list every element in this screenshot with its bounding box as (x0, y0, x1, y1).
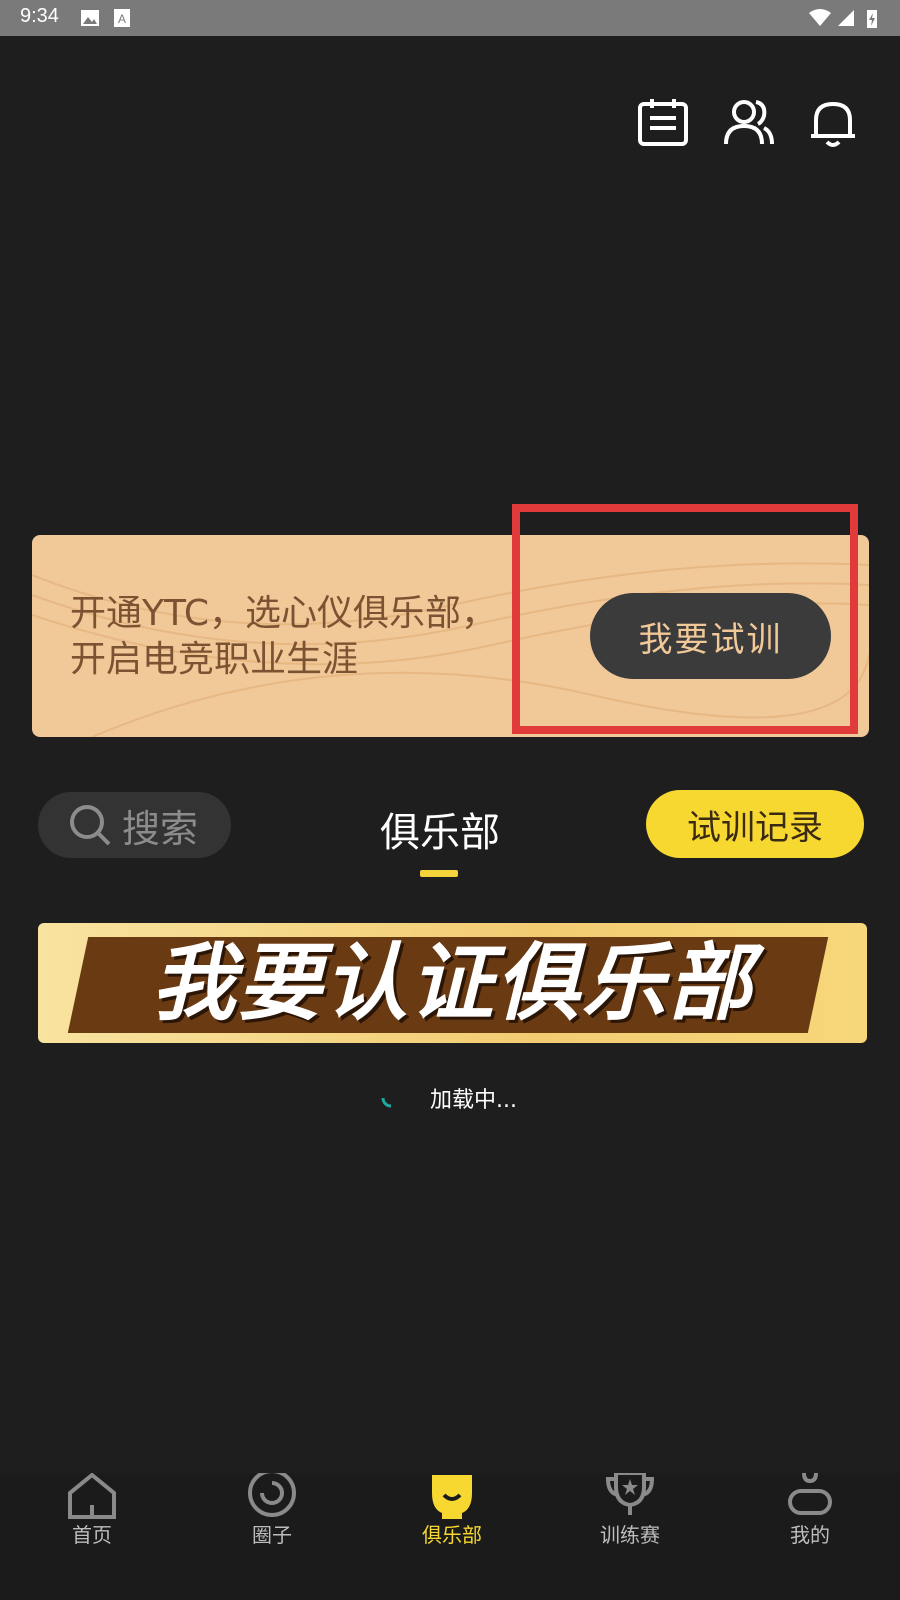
nav-item-circle[interactable]: 圈子 (182, 1473, 362, 1600)
nav-label-mine: 我的 (790, 1523, 830, 1547)
users-icon[interactable] (722, 96, 776, 150)
status-time: 9:34 (20, 5, 59, 27)
promo-text: 开通YTC，选心仪俱乐部， 开启电竞职业生涯 (70, 591, 530, 683)
spinner-icon (381, 1097, 392, 1108)
nav-label-club: 俱乐部 (422, 1523, 482, 1547)
bell-icon[interactable] (806, 96, 860, 150)
nav-label-training-match: 训练赛 (600, 1523, 660, 1547)
try-training-button[interactable]: 我要试训 (590, 593, 831, 679)
signal-icon (838, 10, 854, 26)
battery-icon (867, 10, 877, 28)
banner-text: 我要认证俱乐部 (151, 934, 754, 1032)
promo-card: 开通YTC，选心仪俱乐部， 开启电竞职业生涯 我要试训 (32, 535, 869, 737)
nav-item-club[interactable]: 俱乐部 (362, 1473, 542, 1600)
certify-club-banner[interactable]: 我要认证俱乐部 (38, 923, 867, 1043)
nav-item-training-match[interactable]: 训练赛 (540, 1473, 720, 1600)
training-record-button[interactable]: 试训记录 (646, 790, 864, 858)
tab-club[interactable]: 俱乐部 (380, 800, 500, 858)
svg-text:A: A (118, 12, 126, 26)
club-icon (432, 1475, 472, 1519)
nav-item-mine[interactable]: 我的 (720, 1473, 900, 1600)
image-notification-icon (81, 10, 99, 26)
search-icon (70, 805, 111, 846)
status-bar: 9:34 A (0, 0, 900, 36)
text-notification-icon: A (114, 9, 130, 27)
wifi-icon (809, 9, 831, 26)
search-label: 搜索 (122, 806, 199, 851)
loading-text: 加载中... (430, 1088, 517, 1113)
nav-label-home: 首页 (72, 1523, 112, 1547)
profile-icon (788, 1473, 832, 1515)
bottom-nav: 首页 圈子 俱乐部 训练赛 我的 (0, 1473, 900, 1600)
trophy-icon (605, 1473, 655, 1515)
tab-underline (420, 870, 458, 877)
nav-label-circle: 圈子 (252, 1523, 292, 1547)
nav-item-home[interactable]: 首页 (2, 1473, 182, 1600)
promo-line-2: 开启电竞职业生涯 (70, 639, 359, 680)
loading-indicator: 加载中... (380, 1082, 517, 1114)
home-icon (68, 1473, 116, 1519)
search-button[interactable]: 搜索 (38, 792, 231, 858)
promo-line-1: 开通YTC，选心仪俱乐部， (70, 593, 498, 634)
circle-icon (248, 1473, 296, 1517)
calendar-list-icon[interactable] (636, 96, 690, 150)
